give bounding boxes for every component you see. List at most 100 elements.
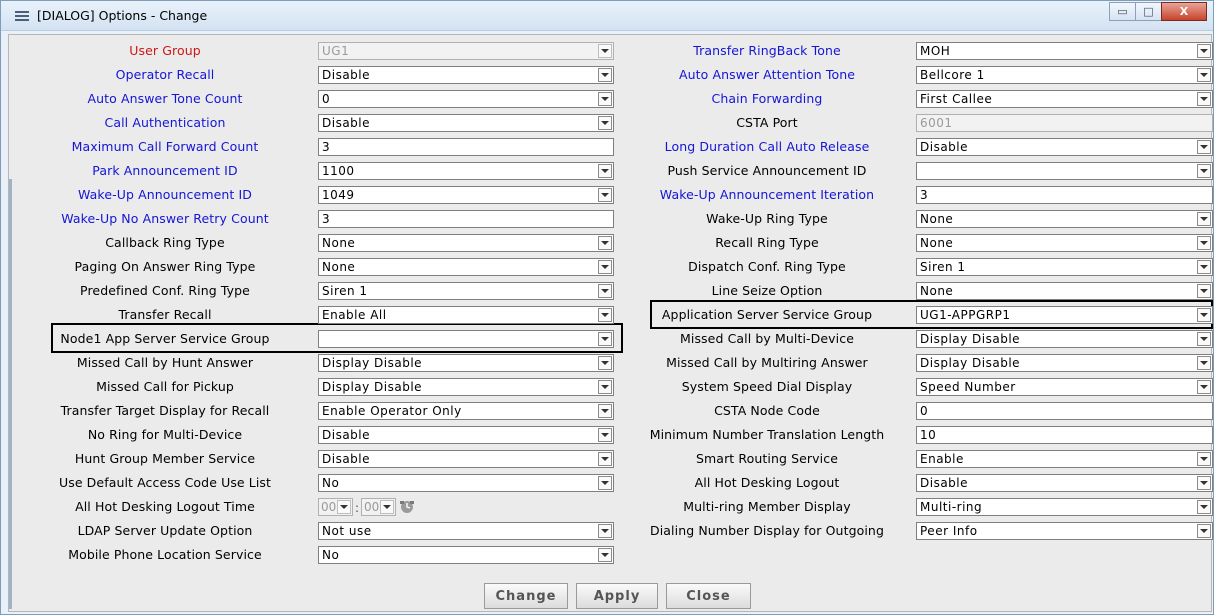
wake-up-ring-type-select[interactable]: None — [916, 210, 1213, 228]
apply-button[interactable]: Apply — [576, 583, 658, 609]
auto-answer-tone-count-select[interactable]: 0 — [318, 90, 614, 108]
change-button[interactable]: Change — [484, 583, 568, 609]
transfer-recall-label: Transfer Recall — [118, 307, 212, 322]
chevron-down-icon[interactable] — [598, 548, 612, 562]
missed-call-by-hunt-answer-select[interactable]: Display Disable — [318, 354, 614, 372]
csta-node-code-input[interactable]: 0 — [916, 402, 1213, 420]
minute-select[interactable]: 00 — [361, 498, 396, 516]
multi-ring-member-display-select[interactable]: Multi-ring — [916, 498, 1213, 516]
chevron-down-icon[interactable] — [1197, 212, 1211, 226]
chevron-down-icon[interactable] — [598, 356, 612, 370]
user-group-label: User Group — [129, 43, 201, 58]
application-server-service-group-select[interactable]: UG1-APPGRP1 — [916, 306, 1213, 324]
chevron-down-icon[interactable] — [1197, 356, 1211, 370]
chevron-down-icon[interactable] — [598, 332, 612, 346]
chevron-down-icon[interactable] — [1197, 476, 1211, 490]
wake-up-no-answer-retry-count-value: 3 — [322, 212, 331, 226]
dispatch-conf-ring-type-select[interactable]: Siren 1 — [916, 258, 1213, 276]
call-authentication-label: Call Authentication — [104, 115, 226, 130]
minimum-number-translation-length-label: Minimum Number Translation Length — [649, 427, 885, 442]
chevron-down-icon[interactable] — [1197, 332, 1211, 346]
callback-ring-type-select[interactable]: None — [318, 234, 614, 252]
chevron-down-icon[interactable] — [1197, 284, 1211, 298]
transfer-recall-select[interactable]: Enable All — [318, 306, 614, 324]
chevron-down-icon[interactable] — [380, 500, 394, 514]
push-service-announcement-id-label: Push Service Announcement ID — [667, 163, 867, 178]
chevron-down-icon[interactable] — [598, 476, 612, 490]
minimize-button[interactable]: ▭ — [1109, 2, 1136, 21]
chevron-down-icon[interactable] — [598, 308, 612, 322]
dialing-number-display-for-outgoing-select[interactable]: Peer Info — [916, 522, 1213, 540]
chevron-down-icon[interactable] — [598, 260, 612, 274]
all-hot-desking-logout-label: All Hot Desking Logout — [694, 475, 840, 490]
close-button[interactable]: Close — [666, 583, 751, 609]
chevron-down-icon[interactable] — [337, 500, 351, 514]
chevron-down-icon[interactable] — [1197, 524, 1211, 538]
mobile-phone-location-service-select[interactable]: No — [318, 546, 614, 564]
missed-call-for-pickup-select[interactable]: Display Disable — [318, 378, 614, 396]
long-duration-call-auto-release-select[interactable]: Disable — [916, 138, 1213, 156]
chevron-down-icon[interactable] — [598, 236, 612, 250]
wake-up-announcement-id-select[interactable]: 1049 — [318, 186, 614, 204]
close-window-button[interactable]: X — [1161, 2, 1207, 21]
call-authentication-select[interactable]: Disable — [318, 114, 614, 132]
clock-icon[interactable] — [398, 499, 416, 515]
chevron-down-icon[interactable] — [598, 68, 612, 82]
chevron-down-icon[interactable] — [1197, 260, 1211, 274]
chevron-down-icon[interactable] — [1197, 92, 1211, 106]
wake-up-announcement-id-value: 1049 — [322, 188, 355, 202]
all-hot-desking-logout-select[interactable]: Disable — [916, 474, 1213, 492]
missed-call-by-multiring-answer-select[interactable]: Display Disable — [916, 354, 1213, 372]
chevron-down-icon[interactable] — [598, 452, 612, 466]
chevron-down-icon[interactable] — [1197, 44, 1211, 58]
chain-forwarding-select[interactable]: First Callee — [916, 90, 1213, 108]
missed-call-by-multi-device-select[interactable]: Display Disable — [916, 330, 1213, 348]
paging-on-answer-ring-type-select[interactable]: None — [318, 258, 614, 276]
wake-up-announcement-iteration-input[interactable]: 3 — [916, 186, 1213, 204]
chevron-down-icon[interactable] — [1197, 308, 1211, 322]
chevron-down-icon[interactable] — [598, 284, 612, 298]
operator-recall-select[interactable]: Disable — [318, 66, 614, 84]
chevron-down-icon[interactable] — [598, 428, 612, 442]
chevron-down-icon[interactable] — [598, 92, 612, 106]
chevron-down-icon — [598, 44, 612, 58]
chevron-down-icon[interactable] — [1197, 500, 1211, 514]
no-ring-for-multi-device-select[interactable]: Disable — [318, 426, 614, 444]
chevron-down-icon[interactable] — [1197, 68, 1211, 82]
hour-select[interactable]: 00 — [318, 498, 353, 516]
maximum-call-forward-count-input[interactable]: 3 — [318, 138, 614, 156]
maximize-button[interactable]: □ — [1135, 2, 1162, 21]
system-speed-dial-display-select[interactable]: Speed Number — [916, 378, 1213, 396]
minimum-number-translation-length-value: 10 — [920, 428, 937, 442]
chevron-down-icon[interactable] — [1197, 164, 1211, 178]
hunt-group-member-service-select[interactable]: Disable — [318, 450, 614, 468]
use-default-access-code-use-list-select[interactable]: No — [318, 474, 614, 492]
chevron-down-icon[interactable] — [598, 164, 612, 178]
smart-routing-service-select[interactable]: Enable — [916, 450, 1213, 468]
chevron-down-icon[interactable] — [1197, 140, 1211, 154]
transfer-ringback-tone-select[interactable]: MOH — [916, 42, 1213, 60]
auto-answer-attention-tone-select[interactable]: Bellcore 1 — [916, 66, 1213, 84]
title-bar[interactable]: [DIALOG] Options - Change ▭ □ X — [1, 1, 1213, 31]
recall-ring-type-select[interactable]: None — [916, 234, 1213, 252]
chevron-down-icon[interactable] — [598, 116, 612, 130]
chevron-down-icon[interactable] — [1197, 452, 1211, 466]
line-seize-option-select[interactable]: None — [916, 282, 1213, 300]
chevron-down-icon[interactable] — [598, 188, 612, 202]
missed-call-by-multi-device-value: Display Disable — [920, 332, 1021, 346]
predefined-conf-ring-type-select[interactable]: Siren 1 — [318, 282, 614, 300]
node1-app-server-service-group-select[interactable] — [318, 330, 614, 348]
chevron-down-icon[interactable] — [598, 380, 612, 394]
time-separator: : — [354, 499, 360, 515]
wake-up-ring-type-value: None — [920, 212, 954, 226]
chevron-down-icon[interactable] — [598, 404, 612, 418]
chevron-down-icon[interactable] — [1197, 236, 1211, 250]
chevron-down-icon[interactable] — [1197, 380, 1211, 394]
transfer-target-display-for-recall-select[interactable]: Enable Operator Only — [318, 402, 614, 420]
wake-up-no-answer-retry-count-input[interactable]: 3 — [318, 210, 614, 228]
park-announcement-id-select[interactable]: 1100 — [318, 162, 614, 180]
push-service-announcement-id-select[interactable] — [916, 162, 1213, 180]
chevron-down-icon[interactable] — [598, 524, 612, 538]
minimum-number-translation-length-input[interactable]: 10 — [916, 426, 1213, 444]
ldap-server-update-option-select[interactable]: Not use — [318, 522, 614, 540]
